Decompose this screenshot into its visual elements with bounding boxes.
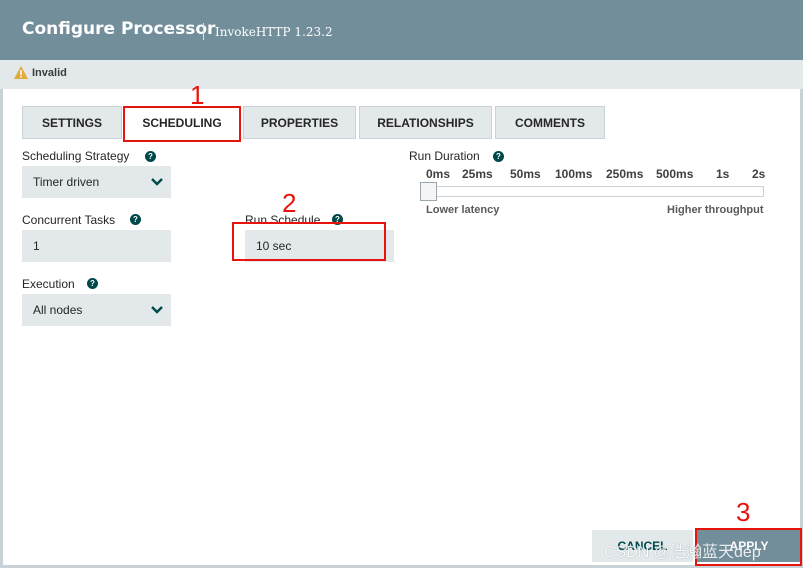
execution-select[interactable]: All nodes	[22, 294, 171, 326]
lower-latency-label: Lower latency	[426, 204, 500, 216]
status-bar	[0, 60, 803, 89]
dialog-title: Configure Processor	[22, 19, 216, 39]
annotation-number: 3	[736, 497, 751, 527]
run-duration-label: Run Duration	[409, 149, 480, 163]
run-duration-slider-track[interactable]	[420, 186, 764, 197]
chevron-down-icon	[151, 306, 163, 314]
run-duration-help-icon[interactable]: ?	[493, 151, 504, 162]
annotation-box-run-schedule	[232, 222, 386, 261]
run-duration-slider-handle[interactable]	[420, 182, 437, 201]
tab-comments[interactable]: COMMENTS	[495, 106, 605, 139]
run-duration-tick: 250ms	[606, 167, 644, 181]
dialog-header: Configure Processor InvokeHTTP 1.23.2	[0, 0, 803, 60]
concurrent-tasks-help-icon[interactable]: ?	[130, 214, 141, 225]
annotation-box-scheduling	[123, 106, 241, 142]
annotation-number: 2	[282, 188, 297, 218]
tab-settings[interactable]: SETTINGS	[22, 106, 122, 139]
processor-type: InvokeHTTP 1.23.2	[215, 25, 333, 39]
execution-label: Execution	[22, 277, 75, 291]
tab-relationships[interactable]: RELATIONSHIPS	[359, 106, 492, 139]
header-divider	[203, 23, 204, 40]
scheduling-strategy-value: Timer driven	[33, 175, 100, 189]
execution-help-icon[interactable]: ?	[87, 278, 98, 289]
csdn-watermark: CSDN @浩瀚蓝天dep	[604, 544, 761, 561]
validation-status: Invalid	[32, 67, 67, 79]
run-duration-tick: 500ms	[656, 167, 694, 181]
chevron-down-icon	[151, 178, 163, 186]
scheduling-strategy-select[interactable]: Timer driven	[22, 166, 171, 198]
run-duration-tick: 0ms	[426, 167, 451, 181]
run-duration-tick: 2s	[752, 167, 766, 181]
tab-properties[interactable]: PROPERTIES	[243, 106, 356, 139]
run-duration-tick: 50ms	[510, 167, 541, 181]
run-duration-tick: 25ms	[462, 167, 493, 181]
warning-icon	[14, 66, 28, 79]
run-duration-tick: 1s	[716, 167, 730, 181]
concurrent-tasks-value: 1	[33, 239, 40, 253]
execution-value: All nodes	[33, 303, 83, 317]
run-duration-tick: 100ms	[555, 167, 593, 181]
scheduling-strategy-label: Scheduling Strategy	[22, 149, 130, 163]
scheduling-strategy-help-icon[interactable]: ?	[145, 151, 156, 162]
concurrent-tasks-input[interactable]: 1	[22, 230, 171, 262]
concurrent-tasks-label: Concurrent Tasks	[22, 213, 116, 227]
annotation-number: 1	[190, 80, 205, 110]
higher-throughput-label: Higher throughput	[667, 204, 764, 216]
